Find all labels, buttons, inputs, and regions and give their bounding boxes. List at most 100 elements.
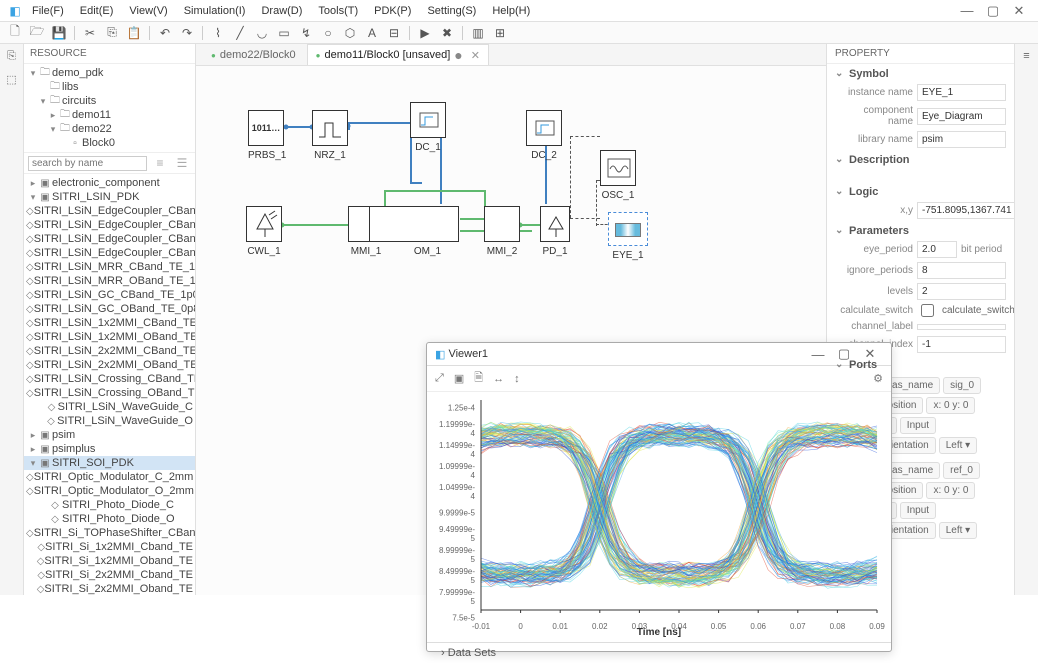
- orient-ref-select[interactable]: Left ▾: [939, 522, 977, 539]
- component-name-field[interactable]: Eye_Diagram: [917, 108, 1006, 125]
- menu-draw[interactable]: Draw(D): [253, 3, 310, 19]
- tree-item[interactable]: ◇SITRI_Si_2x2MMI_Cband_TE: [24, 568, 195, 582]
- block-cwl[interactable]: CWL_1: [246, 206, 282, 257]
- section-logic[interactable]: Logic: [827, 182, 1014, 200]
- tree-item[interactable]: ◇SITRI_LSiN_GC_CBand_TE_1p0_…: [24, 288, 195, 302]
- arc-icon[interactable]: ◡: [253, 25, 271, 41]
- channel-index-field[interactable]: -1: [917, 336, 1006, 353]
- tools-icon[interactable]: ✖: [438, 25, 456, 41]
- tree-item[interactable]: ◇SITRI_LSiN_MRR_OBand_TE_1p0…: [24, 274, 195, 288]
- tree-item[interactable]: ◇SITRI_LSiN_EdgeCoupler_CBand_…: [24, 218, 195, 232]
- tree-item[interactable]: ◇SITRI_LSiN_MRR_CBand_TE_1p0…: [24, 260, 195, 274]
- close-button[interactable]: ✕: [1006, 3, 1032, 19]
- copy-icon[interactable]: ⎘: [103, 25, 121, 41]
- save-icon[interactable]: 💾: [50, 25, 68, 41]
- zoom-box-icon[interactable]: ▣: [454, 372, 464, 385]
- settings-icon[interactable]: ⚙: [873, 372, 883, 385]
- menu-setting[interactable]: Setting(S): [419, 3, 484, 19]
- zoom-fit-icon[interactable]: ⤢: [435, 372, 444, 385]
- instance-name-field[interactable]: EYE_1: [917, 84, 1006, 101]
- orient-sig-select[interactable]: Left ▾: [939, 437, 977, 454]
- tree-item[interactable]: ▾▣SITRI_LSIN_PDK: [24, 190, 195, 204]
- rect-icon[interactable]: ▭: [275, 25, 293, 41]
- tab[interactable]: ●demo11/Block0 [unsaved]●✕: [307, 44, 489, 65]
- wire-icon[interactable]: ⌇: [209, 25, 227, 41]
- redo-icon[interactable]: ↷: [178, 25, 196, 41]
- channel-label-field[interactable]: [917, 324, 1006, 330]
- calc-switch-checkbox[interactable]: [921, 304, 934, 317]
- polygon-icon[interactable]: ⬡: [341, 25, 359, 41]
- section-parameters[interactable]: Parameters: [827, 221, 1014, 239]
- tree-item[interactable]: ◇SITRI_Si_1x2MMI_Cband_TE: [24, 540, 195, 554]
- cube-icon[interactable]: ⬚: [6, 73, 16, 86]
- cut-icon[interactable]: ✂: [81, 25, 99, 41]
- eye-period-field[interactable]: 2.0: [917, 241, 957, 258]
- line-icon[interactable]: ╱: [231, 25, 249, 41]
- menu-edit[interactable]: Edit(E): [72, 3, 122, 19]
- levels-field[interactable]: 2: [917, 283, 1006, 300]
- tree-item[interactable]: ◇SITRI_LSiN_Crossing_CBand_TE_…: [24, 372, 195, 386]
- schematic-canvas[interactable]: 1011… PRBS_1 NRZ_1 DC_1 DC_2 OSC_1 CW: [196, 66, 826, 595]
- tree-item[interactable]: ◇SITRI_LSiN_EdgeCoupler_CBand_…: [24, 204, 195, 218]
- grid-icon[interactable]: ⊞: [491, 25, 509, 41]
- section-description[interactable]: Description: [827, 150, 1014, 168]
- tree-item[interactable]: ▸🗀demo11: [24, 108, 195, 122]
- tree-item[interactable]: ◇SITRI_Optic_Modulator_O_2mm: [24, 484, 195, 498]
- tree-item[interactable]: ◇SITRI_LSiN_WaveGuide_C: [24, 400, 195, 414]
- tree-item[interactable]: ◇SITRI_LSiN_EdgeCoupler_CBand_…: [24, 246, 195, 260]
- tree-item[interactable]: ◇SITRI_LSiN_WaveGuide_O: [24, 414, 195, 428]
- block-mmi2[interactable]: MMI_2: [484, 206, 520, 257]
- tree-item[interactable]: ◇SITRI_LSiN_2x2MMI_OBand_TE_1…: [24, 358, 195, 372]
- tree-item[interactable]: ◇SITRI_LSiN_Crossing_OBand_TE_…: [24, 386, 195, 400]
- block-dc1[interactable]: DC_1: [410, 102, 446, 153]
- maximize-button[interactable]: ▢: [980, 3, 1006, 19]
- menu-simulation[interactable]: Simulation(I): [176, 3, 254, 19]
- viewer-window[interactable]: ◧ Viewer1 — ▢ ✕ ⤢ ▣ 🗎 ↔ ↕ ⚙ 1.: [426, 342, 892, 652]
- tree-item[interactable]: ◇SITRI_LSiN_EdgeCoupler_CBand_…: [24, 232, 195, 246]
- block-prbs[interactable]: 1011… PRBS_1: [248, 110, 286, 161]
- copy-left-icon[interactable]: ⎘: [7, 50, 16, 63]
- tree-item[interactable]: ◇SITRI_Photo_Diode_O: [24, 512, 195, 526]
- section-symbol[interactable]: Symbol: [827, 64, 1014, 82]
- minimize-button[interactable]: —: [954, 3, 980, 18]
- polyline-icon[interactable]: ↯: [297, 25, 315, 41]
- settings-right-icon[interactable]: ≡: [1023, 50, 1029, 62]
- paste-icon[interactable]: 📋: [125, 25, 143, 41]
- tree-item[interactable]: ▾🗀demo22: [24, 122, 195, 136]
- tree-item[interactable]: ◇SITRI_Si_2x2MMI_Oband_TE: [24, 582, 195, 595]
- datasets-toggle[interactable]: › Data Sets: [427, 642, 891, 663]
- tree-item[interactable]: ◇SITRI_Optic_Modulator_C_2mm: [24, 470, 195, 484]
- tree-item[interactable]: ▸▣electronic_component: [24, 176, 195, 190]
- block-nrz[interactable]: NRZ_1: [312, 110, 348, 161]
- block-osc[interactable]: OSC_1: [600, 150, 636, 201]
- circle-icon[interactable]: ○: [319, 25, 337, 41]
- tree-item[interactable]: ◇SITRI_LSiN_2x2MMI_CBand_TE_1…: [24, 344, 195, 358]
- block-dc2[interactable]: DC_2: [526, 110, 562, 161]
- export-icon[interactable]: 🗎: [474, 369, 483, 388]
- pin-icon[interactable]: ⊟: [385, 25, 403, 41]
- xy-field[interactable]: -751.8095,1367.741: [917, 202, 1014, 219]
- section-ports[interactable]: Ports: [827, 355, 1014, 373]
- search-input[interactable]: [28, 156, 147, 171]
- layout-icon[interactable]: ▥: [469, 25, 487, 41]
- tree-item[interactable]: ◇SITRI_Si_TOPhaseShifter_CBand…: [24, 526, 195, 540]
- tree-item[interactable]: ◇SITRI_Si_1x2MMI_Oband_TE: [24, 554, 195, 568]
- menu-tools[interactable]: Tools(T): [310, 3, 366, 19]
- tree-item[interactable]: ◇SITRI_LSiN_GC_OBand_TE_0p8_…: [24, 302, 195, 316]
- tree-item[interactable]: ▸▣psimplus: [24, 442, 195, 456]
- tree-item[interactable]: ▾🗀circuits: [24, 94, 195, 108]
- run-icon[interactable]: ▶: [416, 25, 434, 41]
- block-om[interactable]: OM_1: [396, 206, 486, 257]
- menu-pdk[interactable]: PDK(P): [366, 3, 419, 19]
- menu-view[interactable]: View(V): [121, 3, 175, 19]
- tab[interactable]: ●demo22/Block0: [202, 46, 305, 63]
- menu-help[interactable]: Help(H): [484, 3, 538, 19]
- menu-file[interactable]: File(F): [24, 3, 72, 19]
- tree-item[interactable]: ◇SITRI_Photo_Diode_C: [24, 498, 195, 512]
- cursor-icon[interactable]: ↕: [514, 373, 520, 385]
- new-icon[interactable]: 🗋: [6, 25, 24, 41]
- tree-item[interactable]: ◇SITRI_LSiN_1x2MMI_OBand_TE_0…: [24, 330, 195, 344]
- block-pd[interactable]: PD_1: [540, 206, 570, 257]
- tree-item[interactable]: ▫Block0: [24, 136, 195, 150]
- undo-icon[interactable]: ↶: [156, 25, 174, 41]
